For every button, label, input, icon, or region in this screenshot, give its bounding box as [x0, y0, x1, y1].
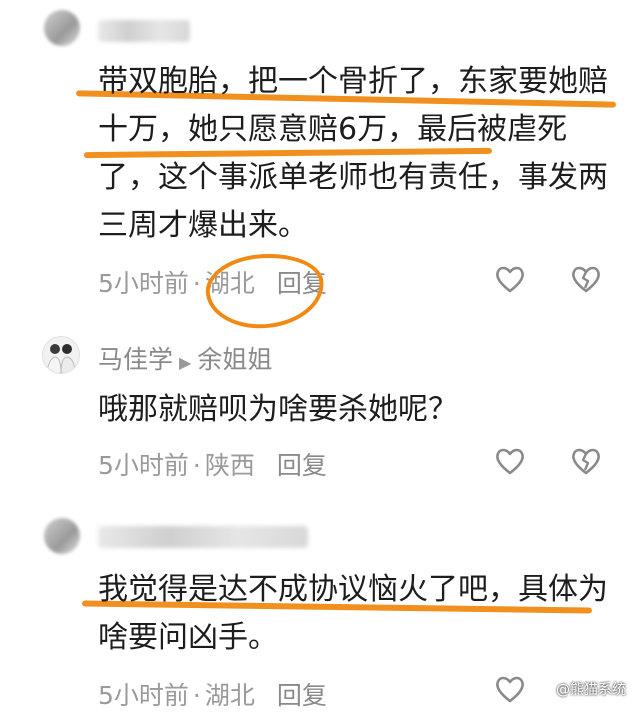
heart-outline-icon[interactable] — [494, 446, 526, 476]
avatar[interactable] — [44, 10, 80, 46]
comment-meta: 5小时前 · 陕西 回复 — [98, 451, 327, 480]
heart-outline-icon[interactable] — [494, 264, 526, 294]
reply-button[interactable]: 回复 — [277, 681, 327, 710]
comment-time: 5小时前 — [98, 269, 189, 298]
triangle-right-icon: ▶ — [179, 353, 192, 372]
username-blurred[interactable] — [98, 526, 308, 548]
avatar[interactable] — [42, 336, 80, 374]
comment-location: 陕西 — [204, 451, 255, 480]
broken-heart-outline-icon[interactable] — [570, 446, 602, 476]
username-text[interactable]: 马佳学 — [98, 345, 173, 374]
comment-time: 5小时前 — [98, 451, 189, 480]
watermark: @熊猫系统 — [556, 679, 626, 699]
avatar[interactable] — [44, 518, 80, 554]
username-blurred[interactable] — [98, 20, 190, 42]
username[interactable]: 马佳学 ▶ 余姐姐 — [98, 340, 272, 376]
comment-text: 我觉得是达不成协议恼火了吧，具体为啥要问凶手。 — [98, 572, 608, 655]
comment-text: 带双胞胎，把一个骨折了，东家要她赔十万，她只愿意赔6万，最后被虐死了，这个事派单… — [98, 64, 608, 243]
heart-outline-icon[interactable] — [494, 674, 526, 704]
comment-text: 哦那就赔呗为啥要杀她呢？ — [98, 392, 458, 427]
highlight-circle — [202, 248, 328, 334]
broken-heart-outline-icon[interactable] — [570, 264, 602, 294]
reply-button[interactable]: 回复 — [277, 451, 327, 480]
reply-to-username[interactable]: 余姐姐 — [197, 345, 272, 374]
comment-time: 5小时前 — [98, 681, 189, 710]
avatar-image — [46, 344, 76, 373]
comment-location: 湖北 — [204, 681, 255, 710]
watermark-text: @熊猫系统 — [556, 682, 626, 698]
